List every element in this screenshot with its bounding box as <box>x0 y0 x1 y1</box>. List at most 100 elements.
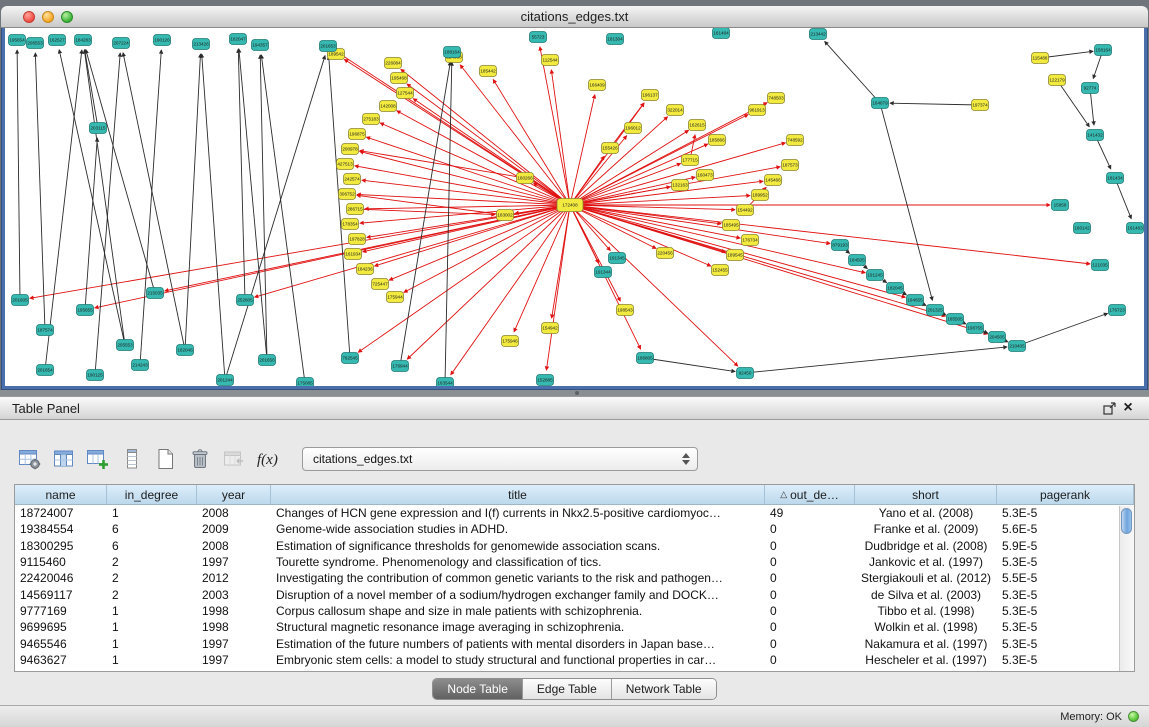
graph-node[interactable]: 92774 <box>1082 83 1099 94</box>
graph-node[interactable]: 158164 <box>1095 45 1112 56</box>
table-row[interactable]: 1872400712008Changes of HCN gene express… <box>15 505 1134 521</box>
network-window[interactable]: citations_edges.txt 17240818954222608419… <box>1 6 1148 390</box>
table-row[interactable]: 1938455462009Genome-wide association stu… <box>15 521 1134 537</box>
graph-node[interactable]: 184283 <box>75 35 92 46</box>
graph-node[interactable]: 195468 <box>391 73 408 84</box>
graph-node[interactable]: 198755 <box>967 323 984 334</box>
graph-node[interactable]: 155426 <box>602 143 619 154</box>
graph-node[interactable]: 92450 <box>737 368 754 379</box>
graph-node[interactable]: 141432 <box>1087 130 1104 141</box>
graph-node[interactable]: 201654 <box>37 365 54 376</box>
graph-node[interactable]: 748503 <box>768 93 785 104</box>
graph-node[interactable]: 121035 <box>1092 260 1109 271</box>
graph-node[interactable]: 181434 <box>1107 173 1124 184</box>
graph-node[interactable]: 220456 <box>657 248 674 259</box>
graph-node[interactable]: 132163 <box>672 180 689 191</box>
graph-node[interactable]: 275183 <box>363 114 380 125</box>
graph-node[interactable]: 194357 <box>252 40 269 51</box>
graph-node[interactable]: 215035 <box>147 288 164 299</box>
graph-node[interactable]: 160142 <box>1074 223 1091 234</box>
graph-node[interactable]: 185505 <box>947 314 964 325</box>
graph-node[interactable]: 161934 <box>345 249 362 260</box>
graph-node[interactable]: 183002 <box>497 210 514 221</box>
table-row[interactable]: 946554611997Estimation of the future num… <box>15 635 1134 651</box>
graph-node[interactable]: 196137 <box>642 90 659 101</box>
close-panel-icon[interactable]: × <box>1119 399 1137 417</box>
graph-node[interactable]: 145466 <box>765 175 782 186</box>
graph-node[interactable]: 201605 <box>12 295 29 306</box>
graph-node[interactable]: 160473 <box>697 170 714 181</box>
graph-node[interactable]: 162527 <box>49 35 66 46</box>
graph-node[interactable]: 252605 <box>237 295 254 306</box>
graph-node[interactable]: 206553 <box>27 38 44 49</box>
graph-node[interactable]: 242574 <box>344 174 361 185</box>
tab-node-table[interactable]: Node Table <box>433 679 523 699</box>
graph-node[interactable]: 176944 <box>392 361 409 372</box>
table-vertical-scrollbar[interactable] <box>1119 506 1134 671</box>
graph-node[interactable]: 961913 <box>749 105 766 116</box>
network-window-titlebar[interactable]: citations_edges.txt <box>1 6 1148 28</box>
graph-node[interactable]: 196012 <box>625 123 642 134</box>
graph-node[interactable]: 182045 <box>887 283 904 294</box>
graph-node[interactable]: 188164 <box>444 47 461 58</box>
graph-node[interactable]: 748592 <box>787 135 804 146</box>
graph-node[interactable]: 427513 <box>337 159 354 170</box>
graph-node[interactable]: 154942 <box>542 323 559 334</box>
graph-node[interactable]: 178354 <box>342 219 359 230</box>
graph-node[interactable]: 191345 <box>609 253 626 264</box>
split-pane-divider[interactable] <box>0 390 1149 396</box>
graph-node[interactable]: 112544 <box>542 55 559 66</box>
graph-node[interactable]: 15958 <box>1052 200 1069 211</box>
network-graph[interactable]: 1724081895422260841954681275441420082751… <box>5 28 1144 386</box>
graph-node[interactable]: 182046 <box>177 345 194 356</box>
graph-node[interactable]: 194655 <box>907 295 924 306</box>
tab-network-table[interactable]: Network Table <box>612 679 716 699</box>
graph-node[interactable]: 190126 <box>154 35 171 46</box>
graph-node[interactable]: 176723 <box>1109 305 1126 316</box>
minimize-window-button[interactable] <box>42 11 54 23</box>
graph-node[interactable]: 177715 <box>682 155 699 166</box>
graph-node[interactable]: 152885 <box>537 375 554 386</box>
graph-node[interactable]: 166409 <box>589 80 606 91</box>
graph-node[interactable]: 210405 <box>1009 341 1026 352</box>
graph-node[interactable]: 185442 <box>480 66 497 77</box>
graph-node[interactable]: 127544 <box>397 88 414 99</box>
function-builder-icon[interactable]: f(x) <box>254 445 282 473</box>
graph-node[interactable]: 164879 <box>872 98 889 109</box>
table-edit-icon[interactable] <box>84 445 112 473</box>
graph-node[interactable]: 55723 <box>530 32 547 43</box>
graph-node[interactable]: 175946 <box>502 336 519 347</box>
graph-node[interactable]: 286715 <box>347 204 364 215</box>
graph-node[interactable]: 181304 <box>607 34 624 45</box>
graph-node[interactable]: 191245 <box>867 270 884 281</box>
graph-node[interactable]: 213426 <box>193 39 210 50</box>
network-canvas[interactable]: 1724081895422260841954681275441420082751… <box>5 28 1144 386</box>
graph-node[interactable]: 115486 <box>1032 53 1049 64</box>
graph-node[interactable]: 154492 <box>737 205 754 216</box>
graph-node[interactable]: 197828 <box>349 234 366 245</box>
graph-node[interactable]: 186805 <box>637 353 654 364</box>
zoom-window-button[interactable] <box>61 11 73 23</box>
column-header-out_degree[interactable]: △out_de… <box>765 485 855 504</box>
graph-node[interactable]: 187573 <box>782 160 799 171</box>
graph-node[interactable]: 189545 <box>727 250 744 261</box>
graph-node[interactable]: 213442 <box>810 29 827 40</box>
graph-node[interactable]: 175944 <box>387 292 404 303</box>
graph-node[interactable]: 184505 <box>849 255 866 266</box>
table-settings-icon[interactable] <box>16 445 44 473</box>
new-document-icon[interactable] <box>152 445 180 473</box>
network-selector-dropdown[interactable]: citations_edges.txt <box>302 447 698 471</box>
graph-node[interactable]: 189952 <box>752 190 769 201</box>
graph-node[interactable]: 725447 <box>372 279 389 290</box>
column-header-pagerank[interactable]: pagerank <box>997 485 1134 504</box>
graph-hub-node[interactable]: 172408 <box>557 199 583 212</box>
graph-node[interactable]: 185866 <box>709 135 726 146</box>
scrollbar-thumb[interactable] <box>1121 508 1132 534</box>
column-header-name[interactable]: name <box>15 485 107 504</box>
graph-node[interactable]: 190125 <box>87 370 104 381</box>
graph-node[interactable]: 205553 <box>117 340 134 351</box>
graph-node[interactable]: 160266 <box>517 173 534 184</box>
graph-node[interactable]: 195654 <box>9 35 26 46</box>
column-header-short[interactable]: short <box>855 485 997 504</box>
table-columns-icon[interactable] <box>50 445 78 473</box>
